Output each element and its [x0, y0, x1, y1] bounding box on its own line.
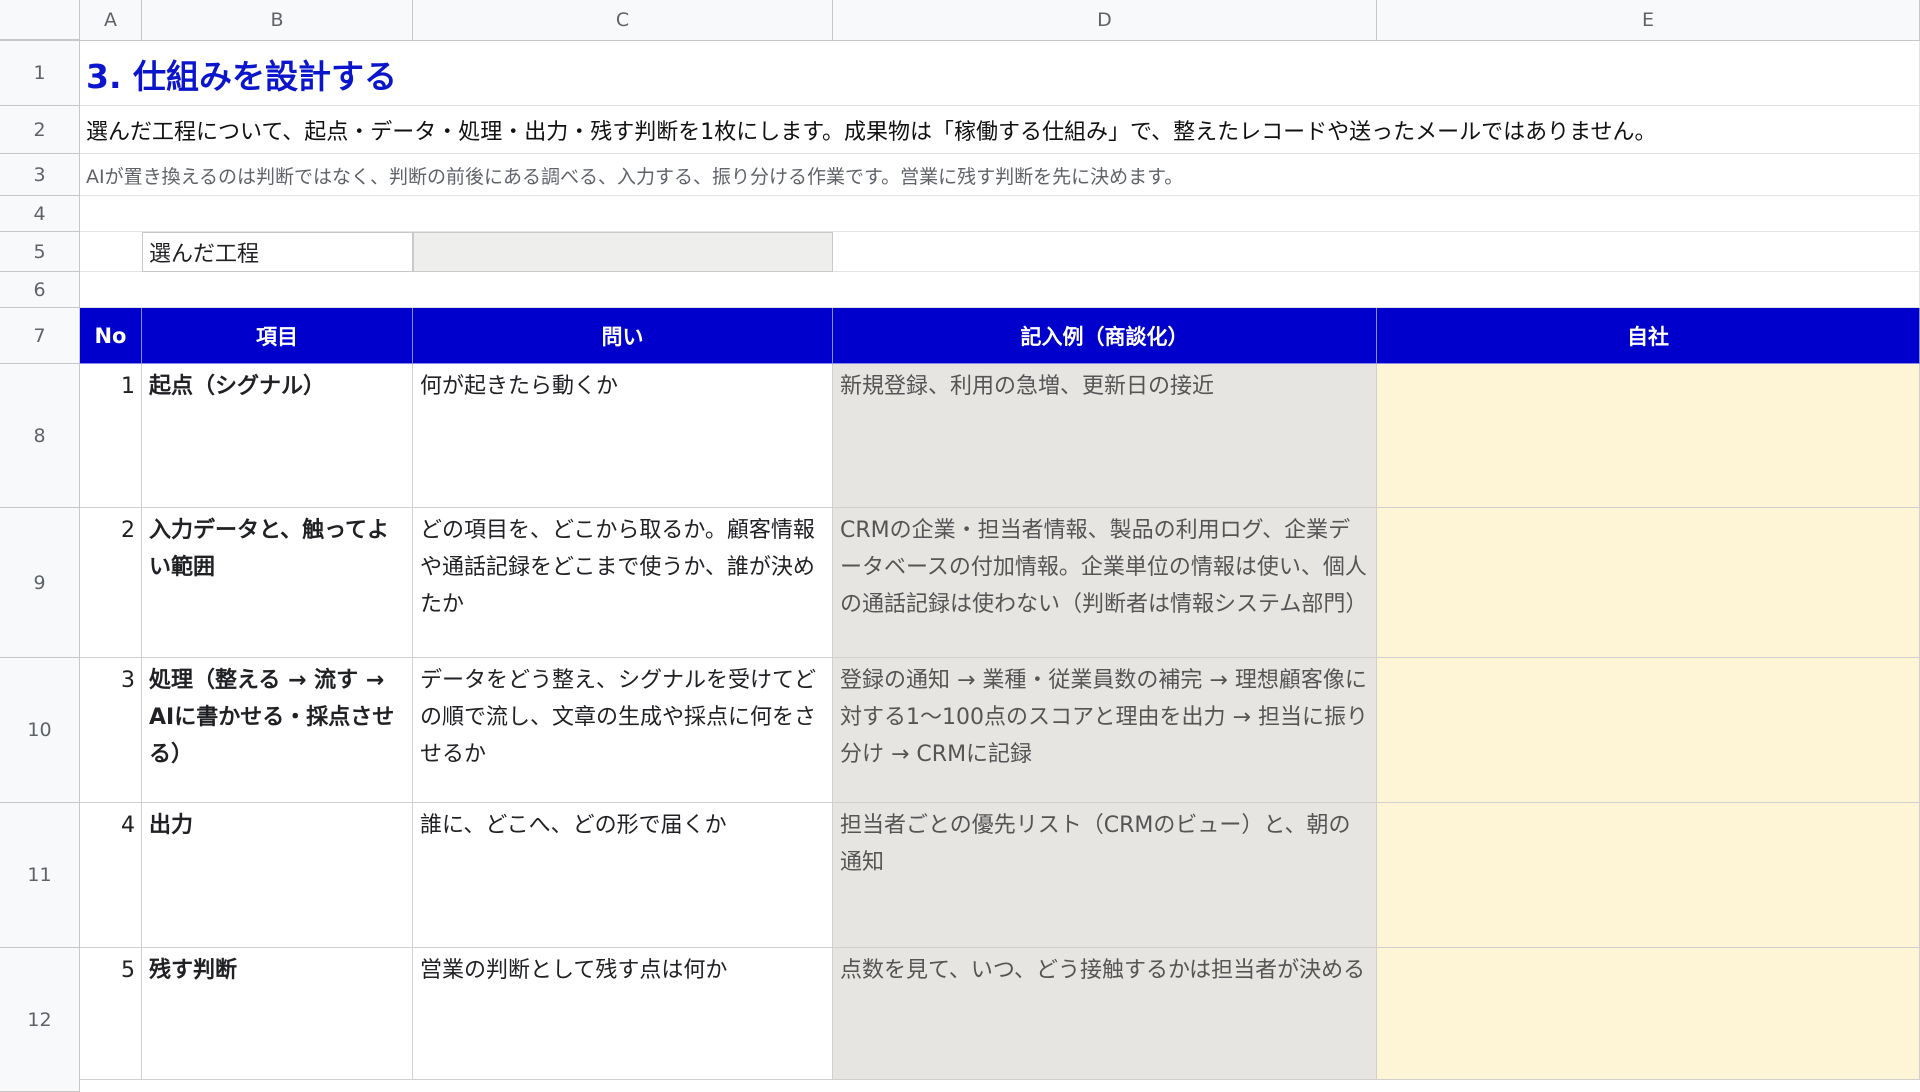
row-2-question[interactable]: どの項目を、どこから取るか。顧客情報や通話記録をどこまで使うか、誰が決めたか: [413, 508, 833, 658]
select-all-corner[interactable]: [0, 0, 80, 41]
table-header-item[interactable]: 項目: [142, 308, 413, 364]
row-header-5[interactable]: 5: [0, 232, 80, 272]
row-4-no[interactable]: 4: [80, 803, 142, 948]
row-4-cells[interactable]: [80, 196, 1920, 232]
column-header-d[interactable]: D: [833, 0, 1377, 41]
row-header-9[interactable]: 9: [0, 508, 80, 658]
row-3-item[interactable]: 処理（整える → 流す → AIに書かせる・採点させる）: [142, 658, 413, 803]
row-6-cells[interactable]: [80, 272, 1920, 308]
description-text[interactable]: 選んだ工程について、起点・データ・処理・出力・残す判断を1枚にします。成果物は「…: [80, 106, 1920, 154]
row-4-question[interactable]: 誰に、どこへ、どの形で届くか: [413, 803, 833, 948]
row-3-no[interactable]: 3: [80, 658, 142, 803]
row-1-question[interactable]: 何が起きたら動くか: [413, 364, 833, 508]
column-header-e[interactable]: E: [1377, 0, 1920, 41]
row-header-11[interactable]: 11: [0, 803, 80, 948]
table-header-no[interactable]: No: [80, 308, 142, 364]
row-1-example[interactable]: 新規登録、利用の急増、更新日の接近: [833, 364, 1377, 508]
column-header-a[interactable]: A: [80, 0, 142, 41]
row-3-question[interactable]: データをどう整え、シグナルを受けてどの順で流し、文章の生成や採点に何をさせるか: [413, 658, 833, 803]
spreadsheet-grid: A B C D E 1 2 3 4 5 6 7 8 9 10 11 12 3. …: [0, 0, 1920, 1092]
row-header-6[interactable]: 6: [0, 272, 80, 308]
row-2-item[interactable]: 入力データと、触ってよい範囲: [142, 508, 413, 658]
column-header-c[interactable]: C: [413, 0, 833, 41]
row-4-example[interactable]: 担当者ごとの優先リスト（CRMのビュー）と、朝の通知: [833, 803, 1377, 948]
row-2-no[interactable]: 2: [80, 508, 142, 658]
table-header-own[interactable]: 自社: [1377, 308, 1920, 364]
page-title[interactable]: 3. 仕組みを設計する: [80, 41, 1380, 106]
column-header-b[interactable]: B: [142, 0, 413, 41]
row-header-10[interactable]: 10: [0, 658, 80, 803]
row-header-3[interactable]: 3: [0, 154, 80, 196]
row-1-own-input[interactable]: [1377, 364, 1920, 508]
row-4-item[interactable]: 出力: [142, 803, 413, 948]
row-2-own-input[interactable]: [1377, 508, 1920, 658]
selected-process-input[interactable]: [413, 232, 833, 272]
row-header-1[interactable]: 1: [0, 41, 80, 106]
row-5-own-input[interactable]: [1377, 948, 1920, 1080]
row-1-item[interactable]: 起点（シグナル）: [142, 364, 413, 508]
row-header-12[interactable]: 12: [0, 948, 80, 1092]
row-3-example[interactable]: 登録の通知 → 業種・従業員数の補完 → 理想顧客像に対する1〜100点のスコア…: [833, 658, 1377, 803]
row-5-item[interactable]: 残す判断: [142, 948, 413, 1080]
note-text[interactable]: AIが置き換えるのは判断ではなく、判断の前後にある調べる、入力する、振り分ける作…: [80, 154, 1920, 196]
row-5-no[interactable]: 5: [80, 948, 142, 1080]
row-header-2[interactable]: 2: [0, 106, 80, 154]
table-header-example[interactable]: 記入例（商談化）: [833, 308, 1377, 364]
selected-process-label[interactable]: 選んだ工程: [142, 232, 413, 272]
row-5-question[interactable]: 営業の判断として残す点は何か: [413, 948, 833, 1080]
row-5-example[interactable]: 点数を見て、いつ、どう接触するかは担当者が決める: [833, 948, 1377, 1080]
table-header-question[interactable]: 問い: [413, 308, 833, 364]
row-4-own-input[interactable]: [1377, 803, 1920, 948]
row-header-4[interactable]: 4: [0, 196, 80, 232]
row-2-example[interactable]: CRMの企業・担当者情報、製品の利用ログ、企業データベースの付加情報。企業単位の…: [833, 508, 1377, 658]
row-1-no[interactable]: 1: [80, 364, 142, 508]
row-header-8[interactable]: 8: [0, 364, 80, 508]
row-header-7[interactable]: 7: [0, 308, 80, 364]
row-3-own-input[interactable]: [1377, 658, 1920, 803]
